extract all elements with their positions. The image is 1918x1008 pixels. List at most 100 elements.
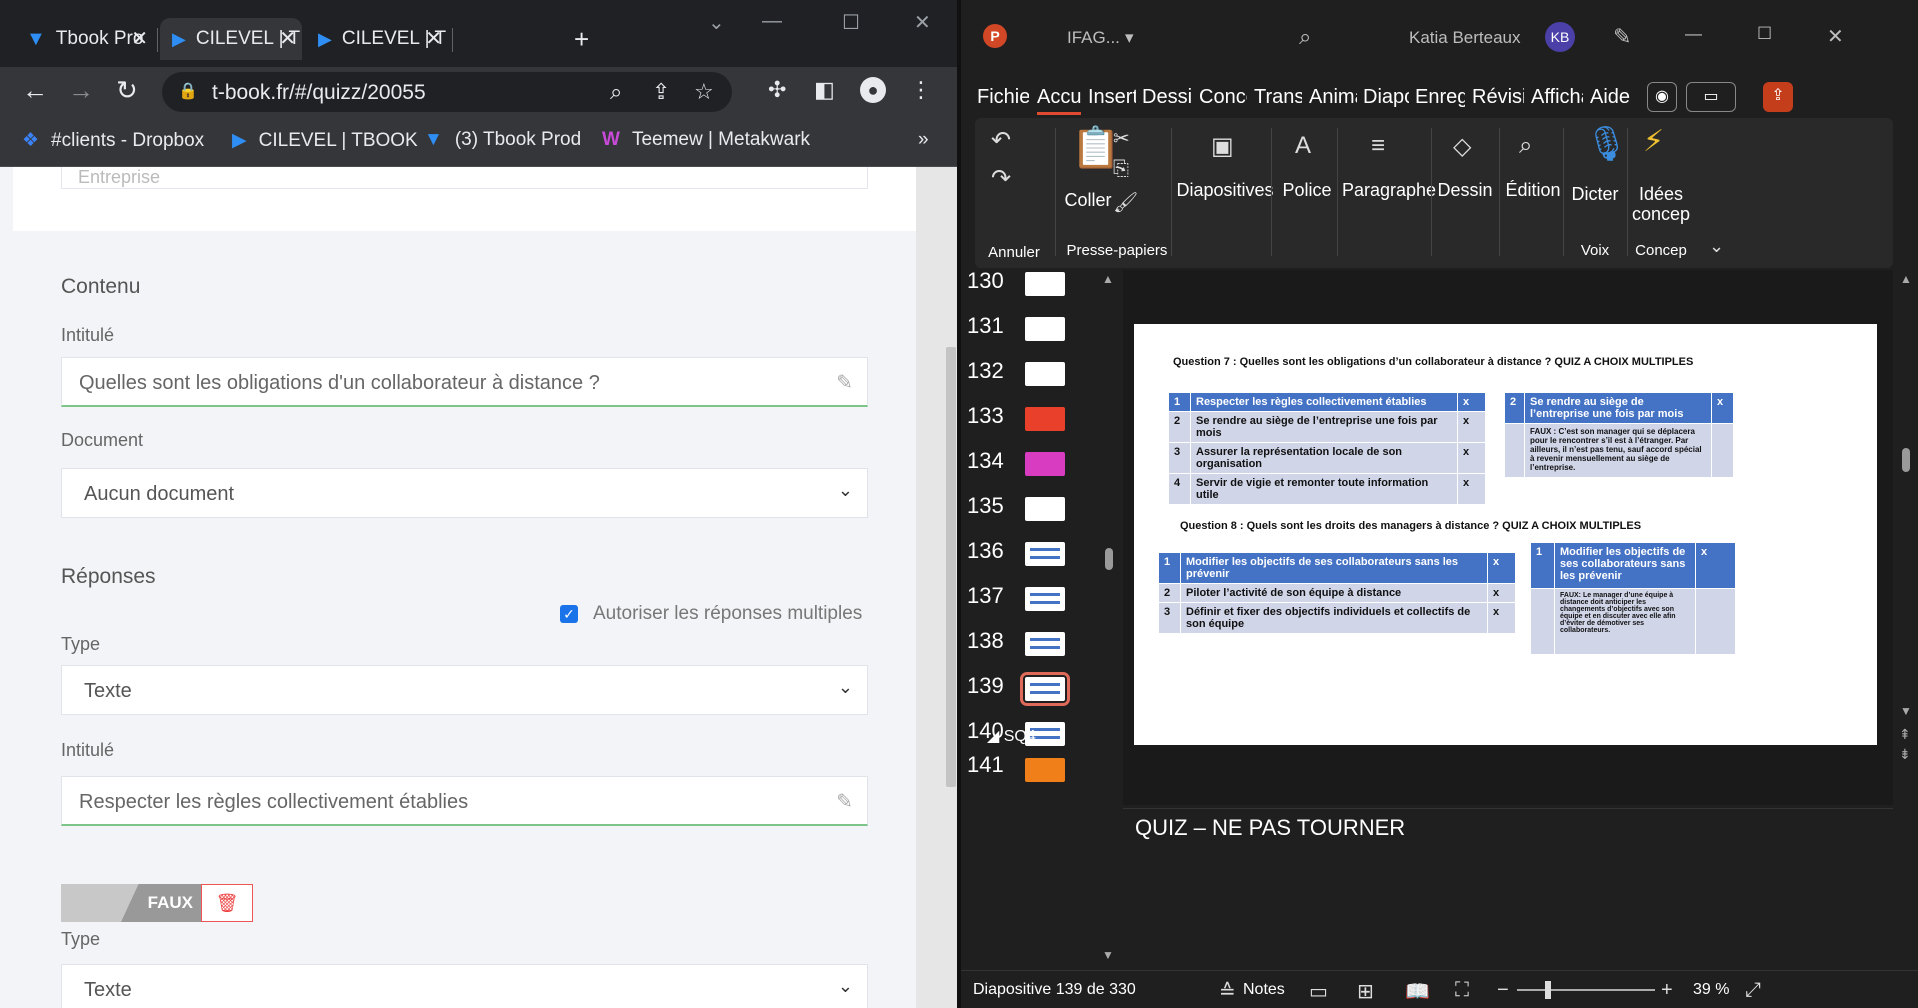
zoom-slider-thumb[interactable] (1545, 981, 1551, 999)
menu-enregistrer[interactable]: Enregistrer (1415, 86, 1465, 109)
bookmark-star-icon[interactable]: ☆ (694, 79, 714, 105)
menu-transitions[interactable]: Transitions (1254, 86, 1302, 109)
zoom-slider[interactable] (1517, 981, 1655, 999)
menu-fichier[interactable]: Fichier (977, 86, 1029, 109)
slide-thumbnail-130[interactable] (1025, 272, 1065, 296)
dicter-button[interactable]: Dicter (1565, 184, 1625, 205)
faux-toggle[interactable]: FAUX (61, 884, 201, 922)
type-select[interactable]: Texte ⌄ (61, 665, 868, 715)
forward-button[interactable]: → (68, 75, 94, 106)
delete-answer-button[interactable]: 🗑 (201, 884, 253, 922)
pen-icon[interactable]: ✎ (1613, 24, 1631, 50)
minimize-button[interactable]: — (1685, 24, 1702, 44)
profile-avatar-icon[interactable]: ● (860, 77, 886, 103)
font-icon[interactable]: A (1295, 132, 1311, 160)
menu-dessin[interactable]: Dessin (1142, 86, 1193, 109)
edit-icon[interactable]: ✎ (836, 370, 853, 395)
notes-text[interactable]: QUIZ – NE PAS TOURNER (1135, 815, 1405, 841)
format-painter-icon[interactable]: 🖌 (1113, 190, 1138, 215)
fit-to-window-icon[interactable]: ⤢ (1745, 979, 1761, 1002)
dessin-button[interactable]: Dessin (1433, 180, 1497, 201)
bookmark-tbook-prod[interactable]: ▼ (3) Tbook Prod (424, 129, 581, 151)
menu-revision[interactable]: Révision (1472, 86, 1524, 109)
edit-icon[interactable]: ✎ (836, 789, 853, 814)
slide-thumbnail-141[interactable] (1025, 758, 1065, 782)
chevron-down-icon[interactable]: ▾ (1125, 28, 1134, 48)
slide-thumbnail-137[interactable] (1025, 587, 1065, 611)
maximize-button[interactable]: ☐ (1757, 24, 1772, 44)
minimize-button[interactable]: — (762, 10, 782, 33)
menu-aide[interactable]: Aide (1590, 86, 1636, 109)
question-title-input[interactable]: Quelles sont les obligations d'un collab… (61, 357, 868, 407)
section-header[interactable]: ◢ SQ4 (987, 726, 1036, 746)
previous-field[interactable]: Entreprise (61, 167, 868, 189)
slide-thumbnail-138[interactable] (1025, 632, 1065, 656)
menu-diaporama[interactable]: Diaporama (1363, 86, 1409, 109)
bookmark-cilevel[interactable]: ▶ CILEVEL | TBOOK (232, 129, 418, 152)
coller-button[interactable]: Coller (1059, 190, 1117, 211)
slide-thumbnail-131[interactable] (1025, 317, 1065, 341)
zoom-level[interactable]: 39 % (1693, 981, 1729, 999)
comments-button[interactable]: ▭ (1686, 82, 1736, 112)
close-window-button[interactable]: ✕ (1827, 24, 1844, 49)
tab-cilevel-2[interactable]: ▶ CILEVEL | T ✕ (306, 18, 448, 60)
edition-button[interactable]: Édition (1501, 180, 1565, 201)
menu-conception[interactable]: Conception (1199, 86, 1247, 109)
menu-insertion[interactable]: Insertion (1088, 86, 1136, 109)
document-title[interactable]: IFAG... (1067, 28, 1120, 48)
type2-select[interactable]: Texte ⌄ (61, 964, 868, 1008)
slideshow-icon[interactable]: ⛶ (1455, 979, 1469, 1002)
slide-sorter-icon[interactable]: ⊞ (1357, 979, 1374, 1004)
search-icon[interactable]: ⌕ (1519, 132, 1532, 160)
redo-icon[interactable]: ↷ (991, 164, 1011, 193)
close-window-button[interactable]: ✕ (914, 10, 931, 35)
page-scrollbar[interactable] (916, 167, 957, 1008)
microphone-icon[interactable]: 🎙 (1585, 124, 1628, 164)
tab-tbook-prod[interactable]: ▼ Tbook Pro ✕ (14, 18, 154, 60)
copy-icon[interactable]: ⎘ (1113, 158, 1129, 181)
designer-icon[interactable]: ⚡ (1643, 124, 1664, 159)
user-avatar[interactable]: KB (1545, 22, 1575, 52)
side-panel-icon[interactable]: ◧ (814, 77, 835, 103)
record-button[interactable]: ◉ (1647, 82, 1677, 112)
zoom-icon[interactable]: ⌕ (610, 79, 622, 105)
bookmark-teemew[interactable]: W Teemew | Metakwark (602, 129, 810, 151)
notes-pane[interactable]: QUIZ – NE PAS TOURNER (1123, 808, 1893, 970)
zoom-in-icon[interactable]: + (1661, 979, 1673, 1002)
reading-view-icon[interactable]: 📖 (1405, 979, 1430, 1004)
new-tab-button[interactable]: + (574, 24, 589, 55)
slide-thumbnail-134[interactable] (1025, 452, 1065, 476)
notes-button[interactable]: Notes (1243, 981, 1285, 999)
more-menu-icon[interactable]: ⋮ (910, 77, 932, 103)
current-slide[interactable]: Question 7 : Quelles sont les obligation… (1134, 324, 1877, 745)
undo-icon[interactable]: ↶ (991, 126, 1011, 155)
slides-icon[interactable]: ▣ (1211, 132, 1234, 161)
more-bookmarks-icon[interactable]: » (918, 129, 929, 151)
notes-icon[interactable]: ≙ (1219, 979, 1236, 1004)
slide-thumbnail-139[interactable] (1020, 672, 1070, 706)
document-select[interactable]: Aucun document ⌄ (61, 468, 868, 518)
search-icon[interactable]: ⌕ (1299, 24, 1311, 50)
slide-thumbnail-135[interactable] (1025, 497, 1065, 521)
answer-title-input[interactable]: Respecter les règles collectivement étab… (61, 776, 868, 826)
idees-button[interactable]: Idées concep (1631, 184, 1691, 228)
slide-thumbnail-132[interactable] (1025, 362, 1065, 386)
collapse-ribbon-icon[interactable]: ⌄ (1709, 236, 1724, 257)
close-tab-icon[interactable]: ✕ (131, 26, 148, 51)
menu-animations[interactable]: Animations (1309, 86, 1357, 109)
menu-accueil[interactable]: Accueil (1037, 86, 1081, 115)
menu-affichage[interactable]: Affichage (1531, 86, 1583, 109)
slide-thumbnail-133[interactable] (1025, 407, 1065, 431)
cut-icon[interactable]: ✂ (1113, 126, 1130, 151)
diapositives-button[interactable]: Diapositives (1175, 180, 1275, 201)
normal-view-icon[interactable]: ▭ (1309, 979, 1328, 1004)
tab-cilevel-1[interactable]: ▶ CILEVEL | T ✕ (160, 18, 302, 60)
slide-thumbnail-136[interactable] (1025, 542, 1065, 566)
close-tab-icon[interactable]: ✕ (279, 26, 296, 51)
maximize-button[interactable]: ☐ (842, 10, 860, 35)
thumbnails-scrollbar[interactable]: ▲ ▼ (1101, 272, 1117, 966)
extensions-icon[interactable]: ✣ (768, 77, 786, 103)
address-bar[interactable]: 🔒 t-book.fr/#/quizz/20055 ⌕ ⇪ ☆ (162, 72, 732, 112)
paragraph-icon[interactable]: ≡ (1371, 132, 1385, 160)
share-icon[interactable]: ⇪ (652, 79, 670, 105)
